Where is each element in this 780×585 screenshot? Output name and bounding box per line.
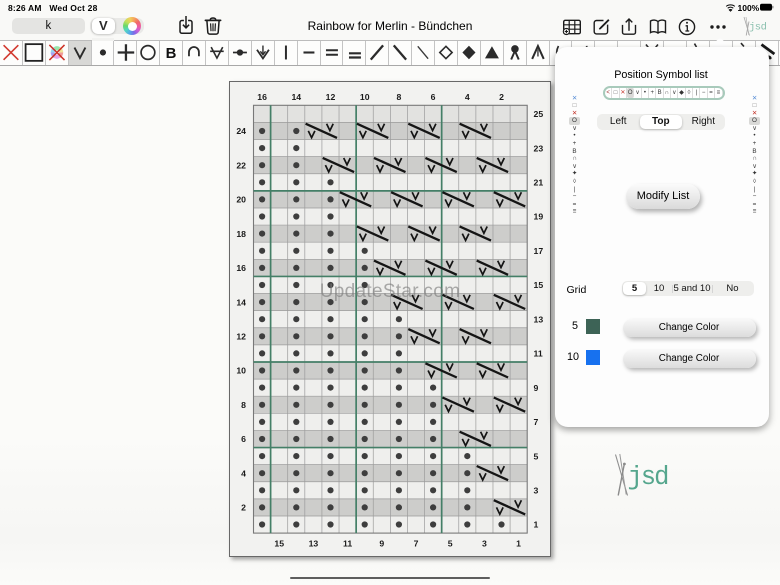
svg-text:jsd: jsd bbox=[628, 463, 669, 492]
svg-text:B: B bbox=[166, 45, 177, 62]
svg-text:jsd: jsd bbox=[749, 22, 767, 34]
